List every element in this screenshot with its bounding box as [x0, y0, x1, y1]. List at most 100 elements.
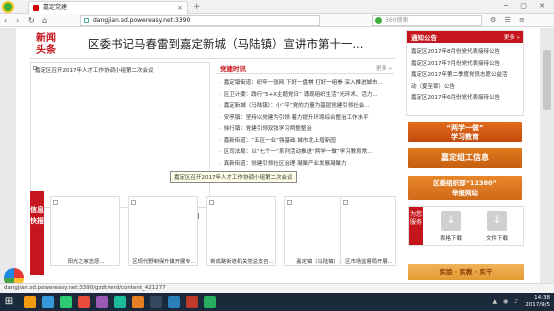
left-gutter	[0, 28, 16, 284]
screen: 嘉定党建 × + ─ ▢ ✕ ‹ › ↻ ⌂ dangjian.sd.power…	[0, 0, 554, 311]
status-bar: dangjian.sd.powereasy.net:3390/gzdt/wrd/…	[0, 283, 554, 293]
broken-image-icon	[131, 200, 136, 205]
headline-tag: 新闻头条	[36, 33, 56, 56]
window-controls[interactable]: ─ ▢ ✕	[504, 0, 550, 13]
download-icon	[487, 211, 507, 231]
slider-caption[interactable]: 嘉定区召开2017年人才工作协调小组第二次会议	[35, 66, 154, 74]
start-button[interactable]: ⊞	[2, 295, 16, 309]
browser-toolbar: ‹ › ↻ ⌂ dangjian.sd.powereasy.net:3390 3…	[0, 14, 554, 27]
broken-image-icon	[53, 200, 58, 205]
notice-list: 嘉定区2017年8月份党代表接待公告 嘉定区2017年7月份党代表接待公告 嘉定…	[411, 47, 523, 105]
media-icon[interactable]	[78, 296, 90, 308]
app-icon[interactable]	[114, 296, 126, 308]
thumbnail-caption[interactable]: 区市场监督局开展...	[341, 257, 397, 265]
app-icon[interactable]	[150, 296, 162, 308]
search-box[interactable]: 360搜索	[372, 15, 482, 26]
news-item[interactable]: 真新街道：党建引领社区治理 凝聚产业发展凝聚力	[220, 159, 392, 171]
search-engine-icon	[375, 17, 382, 24]
address-bar[interactable]: dangjian.sd.powereasy.net:3390	[80, 15, 320, 26]
news-item[interactable]: 徐行镇：党建引领双弦学习两整整治	[220, 124, 392, 136]
hotline-banner-text: 区委组织部“12380” 举报网站	[433, 179, 497, 197]
broken-image-icon	[287, 200, 292, 205]
thumbnail-card[interactable]: 新成路街道机关党总支召...	[206, 196, 276, 266]
form-download-label: 表格下载	[439, 236, 462, 242]
app-icon[interactable]	[132, 296, 144, 308]
news-item[interactable]: 区司法局：以“七个一”系列活动推进“两学一做”学习教育常...	[220, 147, 392, 159]
favicon-icon	[33, 5, 39, 11]
taskbar: ⊞ ▲ ◉ ♪ 14:38 2017/9/5	[0, 293, 554, 311]
study-banner[interactable]: “两学一做” 学习教育	[408, 122, 522, 142]
file-download-label: 文件下载	[485, 236, 508, 242]
tab-title: 嘉定党建	[43, 4, 68, 11]
home-button[interactable]: ⌂	[42, 14, 47, 27]
service-panel: 为您服务 表格下载 文件下载	[408, 206, 524, 246]
form-download[interactable]: 表格下载	[433, 211, 469, 242]
file-download[interactable]: 文件下载	[479, 211, 515, 242]
browser-logo-icon[interactable]	[2, 1, 14, 13]
notice-title[interactable]: 通知公告	[411, 32, 437, 42]
browser-icon[interactable]	[42, 296, 54, 308]
notice-item[interactable]: 嘉定区2017年7月份党代表接待公告	[411, 59, 523, 71]
broken-image-icon	[209, 200, 214, 205]
news-item[interactable]: 嘉定新城（马陆镇）：小“平”党的力量为基层党建引领社会...	[220, 101, 392, 113]
notice-item[interactable]: 嘉定区2017年6月份党代表接待公告	[411, 93, 523, 105]
bottom-banner[interactable]: 实验 · 实教 · 实干	[408, 264, 524, 280]
news-panel: 党建时讯 更多 » 嘉定镇街道：织牢一张网 下好一盘棋 打好一组拳 深入推进城市…	[216, 62, 394, 208]
service-tag: 为您服务	[409, 207, 423, 245]
info-tag: 信息快报	[30, 191, 44, 275]
news-list: 嘉定镇街道：织牢一张网 下好一盘棋 打好一组拳 深入推进城市... 区卫计委：践…	[220, 78, 392, 170]
tab-active[interactable]: 嘉定党建 ×	[28, 1, 188, 14]
folder-icon[interactable]	[24, 296, 36, 308]
notice-header: 通知公告 更多 »	[407, 31, 523, 43]
web-page: 新闻头条 区委书记马春雷到嘉定新城（马陆镇）宣讲市第十一... 嘉定区召开201…	[0, 28, 554, 284]
thumbnail-caption[interactable]: 区现代野制保升镇开展专...	[129, 257, 199, 265]
thumbnail-card[interactable]: 区现代野制保升镇开展专...	[128, 196, 198, 266]
app-icon[interactable]	[168, 296, 180, 308]
new-tab-button[interactable]: +	[193, 1, 201, 13]
scrollbar[interactable]	[540, 28, 554, 284]
news-header: 党建时讯 更多 »	[216, 62, 394, 74]
clock-time: 14:38	[534, 295, 550, 301]
browser-titlebar: 嘉定党建 × + ─ ▢ ✕	[0, 0, 554, 14]
organization-banner-text: 嘉定组工信息	[441, 153, 489, 162]
reload-button[interactable]: ↻	[28, 14, 35, 27]
news-item[interactable]: 安亭镇：坚持以党建为引领 着力提升环境综合整治工作水平	[220, 113, 392, 125]
search-placeholder: 360搜索	[385, 17, 409, 24]
thumbnail-caption[interactable]: 阳光之家志愿...	[51, 257, 121, 265]
tab-close-icon[interactable]: ×	[177, 2, 183, 14]
broken-image-icon	[343, 200, 348, 205]
news-item[interactable]: 区卫计委：践行“5+X主题党日” 涌现组织生活“光环术、活力...	[220, 90, 392, 102]
image-slider[interactable]: 嘉定区召开2017年人才工作协调小组第二次会议 123	[30, 62, 210, 219]
app-icon[interactable]	[60, 296, 72, 308]
address-text: dangjian.sd.powereasy.net:3390	[93, 17, 191, 24]
headline-link[interactable]: 区委书记马春雷到嘉定新城（马陆镇）宣讲市第十一...	[88, 36, 363, 52]
thumbnail-caption[interactable]: 新成路街道机关党总支召...	[207, 257, 277, 265]
thumbnail-card[interactable]: 阳光之家志愿...	[50, 196, 120, 266]
notice-panel: 通知公告 更多 » 嘉定区2017年8月份党代表接待公告 嘉定区2017年7月份…	[406, 30, 524, 116]
forward-button[interactable]: ›	[16, 14, 19, 27]
notice-item[interactable]: 嘉定区2017年第二季度党员志愿公益活	[411, 70, 523, 82]
study-banner-text: “两学一做” 学习教育	[446, 124, 484, 141]
app-icon[interactable]	[186, 296, 198, 308]
news-more-link[interactable]: 更多 »	[376, 64, 392, 72]
notice-item[interactable]: 动（夏至章）公告	[411, 82, 523, 94]
notice-more-link[interactable]: 更多 »	[504, 33, 520, 41]
tray-icons[interactable]: ▲ ◉ ♪	[493, 298, 521, 305]
news-item[interactable]: 嘉新街道：“五区一业”强基础 城市北上增新园	[220, 136, 392, 148]
scrollbar-thumb[interactable]	[543, 50, 551, 110]
news-item[interactable]: 嘉定镇街道：织牢一张网 下好一盘棋 打好一组拳 深入推进城市...	[220, 78, 392, 90]
clock[interactable]: 14:38 2017/9/5	[525, 295, 550, 309]
lock-icon	[84, 18, 89, 23]
news-title[interactable]: 党建时讯	[220, 63, 246, 73]
app-icon[interactable]	[204, 296, 216, 308]
app-icon[interactable]	[96, 296, 108, 308]
divider	[30, 58, 395, 59]
hotline-banner[interactable]: 区委组织部“12380” 举报网站	[408, 176, 522, 200]
thumbnail-card[interactable]: 区市场监督局开展...	[340, 196, 396, 266]
toolbar-icons[interactable]: ⚙ ☰ ≡	[490, 14, 528, 27]
clock-date: 2017/9/5	[525, 302, 550, 308]
notice-item[interactable]: 嘉定区2017年8月份党代表接待公告	[411, 47, 523, 59]
download-icon	[441, 211, 461, 231]
back-button[interactable]: ‹	[4, 14, 7, 27]
organization-banner[interactable]: 嘉定组工信息	[408, 148, 522, 168]
